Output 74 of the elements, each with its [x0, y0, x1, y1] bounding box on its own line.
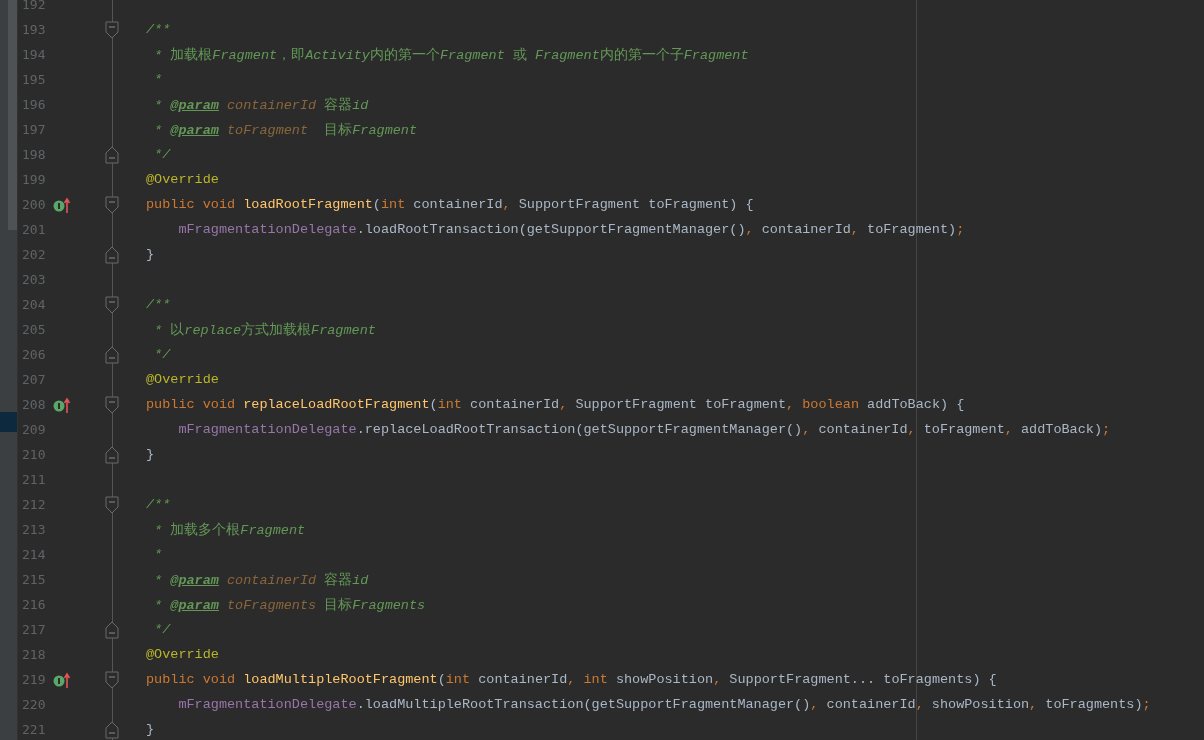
code-line: * @param toFragment 目标Fragment [153, 121, 418, 139]
code-line: @Override [146, 172, 219, 187]
code-line: * @param containerId 容器id [153, 571, 369, 589]
line-number: 212 [21, 497, 47, 512]
unfold-icon[interactable] [105, 145, 119, 164]
code-line: */ [153, 622, 171, 637]
code-line: mFragmentationDelegate.loadRootTransaction(getSupportFragmentManager(), containerId, toFragment); [177, 222, 965, 237]
fold-icon[interactable] [105, 295, 119, 314]
code-line: mFragmentationDelegate.loadMultipleRootTransaction(getSupportFragmentManager(), containerId, showPosition, toFragments); [177, 697, 1151, 712]
line-number: 195 [21, 72, 47, 87]
unfold-icon[interactable] [105, 720, 119, 739]
line-number: 198 [21, 147, 47, 162]
code-line: * 加载多个根Fragment [153, 521, 306, 539]
fold-icon[interactable] [105, 195, 119, 214]
line-number: 196 [21, 97, 47, 112]
line-number: 219 [21, 672, 47, 687]
fold-icon[interactable] [105, 20, 119, 39]
fold-icon[interactable] [105, 670, 119, 689]
fold-icon[interactable] [105, 495, 119, 514]
code-line: @Override [146, 372, 219, 387]
code-line: } [146, 447, 155, 462]
circle-up-arrow-icon[interactable] [53, 671, 73, 688]
line-number: 192 [21, 0, 47, 12]
scrollbar-thumb[interactable] [8, 0, 17, 230]
code-line: } [146, 247, 155, 262]
code-line: /** [146, 497, 171, 512]
line-number: 202 [21, 247, 47, 262]
line-number: 208 [21, 397, 47, 412]
line-number: 221 [21, 722, 47, 737]
line-number: 203 [21, 272, 47, 287]
unfold-icon[interactable] [105, 245, 119, 264]
code-line: */ [153, 347, 171, 362]
line-number: 197 [21, 122, 47, 137]
line-number: 205 [21, 322, 47, 337]
line-number: 209 [21, 422, 47, 437]
line-number: 215 [21, 572, 47, 587]
code-line: * @param toFragments 目标Fragments [153, 596, 426, 614]
circle-up-arrow-icon[interactable] [53, 196, 73, 213]
line-number: 216 [21, 597, 47, 612]
code-line: * [153, 72, 163, 87]
code-line: public void loadRootFragment(int containerId, SupportFragment toFragment) { [146, 197, 754, 212]
line-number: 210 [21, 447, 47, 462]
code-line: /** [146, 297, 171, 312]
code-line: * 加载根Fragment，即Activity内的第一个Fragment 或 Fragment内的第一个子Fragment [153, 46, 749, 64]
unfold-icon[interactable] [105, 345, 119, 364]
code-line: public void replaceLoadRootFragment(int containerId, SupportFragment toFragment, boolean addToBack) { [146, 397, 965, 412]
code-line: mFragmentationDelegate.replaceLoadRootTransaction(getSupportFragmentManager(), containerId, toFragment, addToBack); [177, 422, 1111, 437]
unfold-icon[interactable] [105, 445, 119, 464]
line-number: 199 [21, 172, 47, 187]
circle-up-arrow-icon[interactable] [53, 396, 73, 413]
line-number: 204 [21, 297, 47, 312]
line-number: 220 [21, 697, 47, 712]
code-line: /** [146, 22, 171, 37]
line-number: 214 [21, 547, 47, 562]
line-number: 213 [21, 522, 47, 537]
code-line: * [153, 547, 163, 562]
code-line: } [146, 722, 155, 737]
line-number: 207 [21, 372, 47, 387]
unfold-icon[interactable] [105, 620, 119, 639]
line-number: 201 [21, 222, 47, 237]
code-line: */ [153, 147, 171, 162]
code-line: * @param containerId 容器id [153, 96, 369, 114]
fold-icon[interactable] [105, 395, 119, 414]
code-line: @Override [146, 647, 219, 662]
line-number: 200 [21, 197, 47, 212]
line-number: 211 [21, 472, 47, 487]
line-number: 217 [21, 622, 47, 637]
line-number: 206 [21, 347, 47, 362]
code-line: public void loadMultipleRootFragment(int containerId, int showPosition, SupportFragment... toFragments) { [146, 672, 997, 687]
line-number: 194 [21, 47, 47, 62]
code-line: * 以replace方式加载根Fragment [153, 321, 376, 339]
selection-highlight [0, 412, 17, 432]
line-number: 218 [21, 647, 47, 662]
line-number: 193 [21, 22, 47, 37]
